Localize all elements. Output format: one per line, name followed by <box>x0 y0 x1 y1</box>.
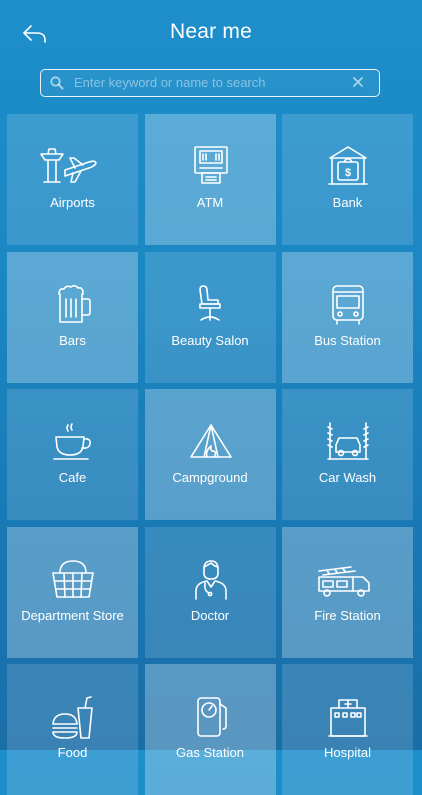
category-label: Bars <box>59 332 86 348</box>
atm-icon <box>193 146 228 184</box>
fire-truck-icon <box>318 565 370 597</box>
category-label: Car Wash <box>318 470 377 485</box>
tent-icon <box>189 424 232 458</box>
category-label: ATM <box>196 195 224 210</box>
category-tile-cafe[interactable]: Cafe <box>7 389 138 520</box>
airport-icon <box>40 148 97 183</box>
coffee-cup-icon <box>53 423 91 460</box>
category-tile-bus-station[interactable]: Bus Station <box>282 251 413 383</box>
category-label: Campground <box>172 470 248 485</box>
beer-mug-icon <box>58 284 91 323</box>
hospital-icon <box>328 699 368 737</box>
doctor-icon <box>194 559 227 600</box>
page-title: Near me <box>170 20 252 43</box>
shopping-basket-icon <box>52 559 94 598</box>
search-bar <box>40 69 380 97</box>
category-label: Beauty Salon <box>171 332 249 348</box>
category-tile-fire-station[interactable]: Fire Station <box>282 526 413 658</box>
category-tile-bars[interactable]: Bars <box>7 251 138 383</box>
category-label: Hospital <box>324 745 371 760</box>
category-label: Fire Station <box>314 607 381 623</box>
category-tile-airports[interactable]: Airports <box>7 114 138 245</box>
category-label: Bank <box>332 195 363 210</box>
category-label: Gas Station <box>176 745 244 760</box>
category-tile-department-store[interactable]: Department Store <box>7 526 138 658</box>
fuel-pump-icon <box>196 697 227 737</box>
category-label: Airports <box>50 195 95 210</box>
category-tile-bank[interactable]: $ Bank <box>282 114 413 245</box>
category-tile-doctor[interactable]: Doctor <box>144 526 276 658</box>
car-wash-icon <box>327 422 369 460</box>
salon-chair-icon <box>198 284 221 321</box>
category-tile-gas-station[interactable]: Gas Station <box>144 664 276 795</box>
category-tile-car-wash[interactable]: Car Wash <box>282 389 413 520</box>
search-input[interactable] <box>74 70 344 95</box>
category-label: Food <box>57 745 88 760</box>
category-label: Doctor <box>190 607 230 623</box>
category-label: Bus Station <box>314 332 381 348</box>
bank-icon: $ <box>328 146 368 185</box>
header: Near me <box>0 0 422 66</box>
category-tile-hospital[interactable]: Hospital <box>282 664 413 795</box>
category-grid: Airports ATM $ Bank Bars Beauty Salon Bu… <box>7 114 413 795</box>
category-tile-atm[interactable]: ATM <box>144 114 276 245</box>
clear-icon[interactable] <box>351 75 365 89</box>
category-tile-beauty-salon[interactable]: Beauty Salon <box>144 251 276 383</box>
bus-icon <box>332 284 364 325</box>
category-tile-campground[interactable]: Campground <box>144 389 276 520</box>
category-label: Cafe <box>58 470 87 485</box>
search-icon <box>50 76 64 90</box>
category-tile-food[interactable]: Food <box>7 664 138 795</box>
burger-drink-icon <box>52 696 93 739</box>
svg-text:$: $ <box>345 167 351 179</box>
category-label: Department Store <box>21 607 124 623</box>
